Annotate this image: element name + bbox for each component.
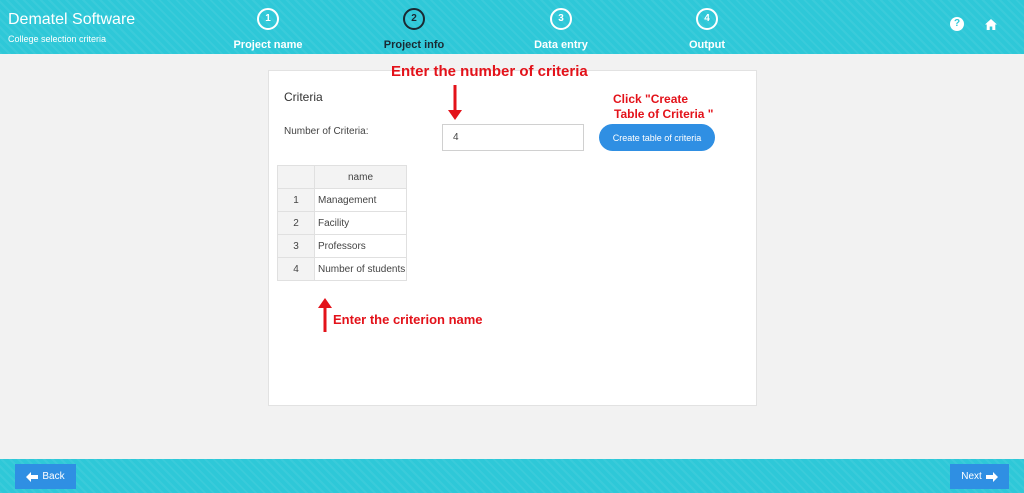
- step-data-entry[interactable]: 3 Data entry: [511, 8, 611, 51]
- number-of-criteria-label: Number of Criteria:: [284, 126, 369, 137]
- back-button[interactable]: Back: [15, 464, 76, 489]
- project-subtitle: College selection criteria: [8, 34, 107, 44]
- next-label: Next: [961, 471, 982, 482]
- number-of-criteria-input[interactable]: [442, 124, 584, 151]
- step-label: Output: [688, 39, 726, 51]
- annotation-line: Click "Create: [613, 92, 689, 106]
- step-label: Project name: [233, 39, 303, 51]
- step-number: 3: [550, 8, 572, 30]
- back-label: Back: [42, 471, 65, 482]
- row-index: 2: [277, 211, 315, 235]
- step-output[interactable]: 4 Output: [657, 8, 757, 51]
- top-header: Dematel Software College selection crite…: [0, 0, 1024, 54]
- table-header-row: name: [277, 165, 407, 189]
- criterion-name-cell[interactable]: Professors: [314, 234, 407, 258]
- step-label: Data entry: [534, 39, 588, 51]
- app-title: Dematel Software: [8, 11, 136, 28]
- table-row: 3 Professors: [277, 234, 407, 258]
- arrow-left-icon: [26, 471, 39, 482]
- table-row: 4 Number of students: [277, 257, 407, 281]
- card-title: Criteria: [284, 90, 323, 104]
- table-row: 2 Facility: [277, 211, 407, 235]
- step-project-info[interactable]: 2 Project info: [364, 8, 464, 51]
- next-button[interactable]: Next: [950, 464, 1009, 489]
- arrow-up-icon: [318, 298, 332, 332]
- row-index: 1: [277, 188, 315, 212]
- step-label: Project info: [383, 39, 445, 51]
- help-icon[interactable]: ?: [949, 16, 965, 32]
- annotation-enter-name: Enter the criterion name: [333, 312, 483, 327]
- step-project-name[interactable]: 1 Project name: [218, 8, 318, 51]
- step-number: 4: [696, 8, 718, 30]
- create-table-button[interactable]: Create table of criteria: [599, 124, 715, 151]
- annotation-click-create: Click "Create Table of Criteria ": [613, 92, 714, 122]
- help-glyph: ?: [950, 17, 964, 31]
- table-row: 1 Management: [277, 188, 407, 212]
- row-index: 4: [277, 257, 315, 281]
- arrow-right-icon: [985, 471, 998, 482]
- arrow-down-icon: [448, 85, 462, 120]
- step-number: 1: [257, 8, 279, 30]
- name-column-header: name: [314, 165, 407, 189]
- index-column-header: [277, 165, 315, 189]
- home-icon[interactable]: [983, 16, 999, 32]
- criterion-name-cell[interactable]: Number of students: [314, 257, 407, 281]
- annotation-enter-number: Enter the number of criteria: [391, 63, 588, 80]
- bottom-footer: Back Next: [0, 459, 1024, 493]
- row-index: 3: [277, 234, 315, 258]
- criteria-table: name 1 Management 2 Facility 3 Professor…: [277, 165, 407, 281]
- criterion-name-cell[interactable]: Management: [314, 188, 407, 212]
- step-number: 2: [403, 8, 425, 30]
- criterion-name-cell[interactable]: Facility: [314, 211, 407, 235]
- annotation-line: Table of Criteria ": [614, 107, 714, 121]
